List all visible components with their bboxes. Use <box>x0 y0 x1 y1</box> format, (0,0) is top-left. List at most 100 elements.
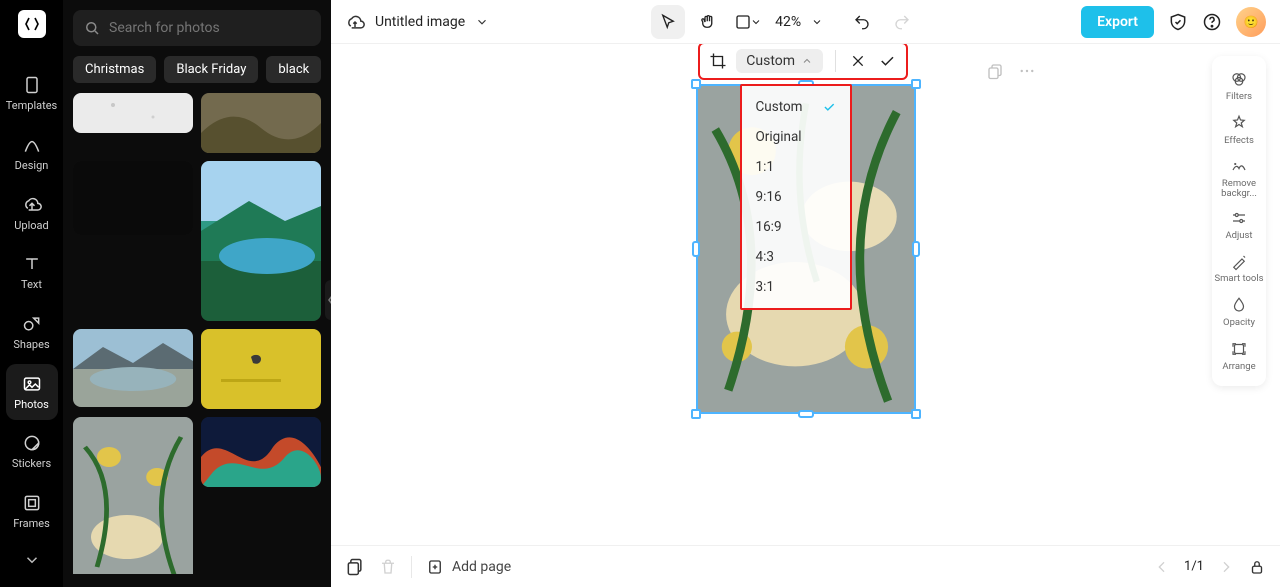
tool-opacity[interactable]: Opacity <box>1214 290 1264 334</box>
rail-shapes[interactable]: Shapes <box>6 305 58 361</box>
page-more-icon[interactable] <box>1018 62 1036 80</box>
cloud-save-icon[interactable] <box>345 12 365 32</box>
crop-ratio-selected: Custom <box>746 53 795 69</box>
duplicate-page-icon[interactable] <box>986 62 1004 80</box>
ratio-option-9-16[interactable]: 9:16 <box>742 182 850 212</box>
resize-handle-se[interactable] <box>911 409 921 419</box>
rail-shapes-label: Shapes <box>13 338 49 351</box>
rail-upload-label: Upload <box>14 219 48 232</box>
user-avatar[interactable]: 🙂 <box>1236 7 1266 37</box>
ratio-option-1-1[interactable]: 1:1 <box>742 152 850 182</box>
resize-handle-w[interactable] <box>692 241 700 257</box>
search-icon <box>83 19 101 37</box>
hand-tool[interactable] <box>691 5 725 39</box>
rail-photos[interactable]: Photos <box>6 364 58 420</box>
rail-text-label: Text <box>21 278 42 291</box>
resize-handle-nw[interactable] <box>691 79 701 89</box>
tag-christmas[interactable]: Christmas <box>73 56 156 83</box>
rail-photos-label: Photos <box>14 398 49 411</box>
prev-page-icon[interactable] <box>1154 559 1170 575</box>
tool-effects-label: Effects <box>1224 135 1254 146</box>
rail-text[interactable]: Text <box>6 245 58 301</box>
chevron-up-icon <box>801 55 813 67</box>
lock-icon[interactable] <box>1248 558 1266 576</box>
tool-filters-label: Filters <box>1226 91 1252 102</box>
export-button[interactable]: Export <box>1081 6 1154 38</box>
crop-ratio-menu: Custom Original 1:1 9:16 16:9 4:3 3:1 <box>740 84 852 310</box>
tool-filters[interactable]: Filters <box>1214 64 1264 108</box>
tool-adjust[interactable]: Adjust <box>1214 203 1264 247</box>
photo-thumb[interactable] <box>201 329 321 409</box>
photo-thumb[interactable] <box>201 417 321 487</box>
ratio-option-4-3[interactable]: 4:3 <box>742 242 850 272</box>
app-logo[interactable] <box>18 10 46 38</box>
ratio-label: 9:16 <box>756 189 782 205</box>
pages-icon[interactable] <box>345 557 365 577</box>
shield-icon[interactable] <box>1168 12 1188 32</box>
page-canvas: Custom Custom <box>696 84 916 414</box>
add-page-label: Add page <box>452 559 511 575</box>
cursor-tool[interactable] <box>651 5 685 39</box>
ratio-option-16-9[interactable]: 16:9 <box>742 212 850 242</box>
resize-handle-s[interactable] <box>798 410 814 418</box>
photos-panel: Christmas Black Friday black <box>63 0 331 587</box>
document-title[interactable]: Untitled image <box>375 14 465 30</box>
rail-upload[interactable]: Upload <box>6 185 58 241</box>
ratio-label: Original <box>756 129 802 145</box>
crop-ratio-dropdown[interactable]: Custom <box>736 49 823 73</box>
ratio-label: 16:9 <box>756 219 782 235</box>
help-icon[interactable] <box>1202 12 1222 32</box>
tag-black[interactable]: black <box>266 56 321 83</box>
photo-thumb[interactable] <box>73 161 193 235</box>
add-page-icon <box>426 558 444 576</box>
add-page-button[interactable]: Add page <box>426 558 511 576</box>
search-bar <box>73 10 321 46</box>
photo-thumb[interactable] <box>73 417 193 574</box>
right-tools: Filters Effects Remove backgr... Adjust … <box>1212 56 1266 386</box>
ratio-option-3-1[interactable]: 3:1 <box>742 272 850 302</box>
photo-thumb[interactable] <box>73 329 193 407</box>
redo-button[interactable] <box>885 5 919 39</box>
rail-frames[interactable]: Frames <box>6 484 58 540</box>
photo-thumb[interactable] <box>201 93 321 153</box>
tag-black-friday[interactable]: Black Friday <box>164 56 258 83</box>
photo-grid <box>73 93 321 574</box>
delete-page-icon[interactable] <box>379 558 397 576</box>
photo-thumb[interactable] <box>73 93 193 133</box>
tool-arrange[interactable]: Arrange <box>1214 334 1264 378</box>
resize-handle-sw[interactable] <box>691 409 701 419</box>
rail-design[interactable]: Design <box>6 126 58 182</box>
rail-stickers-label: Stickers <box>12 457 51 470</box>
resize-handle-e[interactable] <box>912 241 920 257</box>
photo-thumb[interactable] <box>201 161 321 321</box>
selected-image[interactable]: Custom Custom <box>696 84 916 414</box>
tool-smart-label: Smart tools <box>1214 274 1263 284</box>
title-dropdown-icon[interactable] <box>475 15 489 29</box>
rail-stickers[interactable]: Stickers <box>6 424 58 480</box>
ratio-option-original[interactable]: Original <box>742 122 850 152</box>
undo-button[interactable] <box>845 5 879 39</box>
ratio-label: Custom <box>756 99 803 115</box>
tool-effects[interactable]: Effects <box>1214 108 1264 152</box>
rail-templates[interactable]: Templates <box>6 66 58 122</box>
tool-arrange-label: Arrange <box>1222 361 1255 372</box>
resize-dropdown[interactable] <box>731 5 765 39</box>
ratio-option-custom[interactable]: Custom <box>742 92 850 122</box>
canvas-stage[interactable]: Page 1 <box>331 44 1280 545</box>
crop-confirm[interactable] <box>877 49 898 73</box>
resize-handle-ne[interactable] <box>911 79 921 89</box>
tool-smart[interactable]: Smart tools <box>1214 247 1264 290</box>
tool-adjust-label: Adjust <box>1225 230 1252 241</box>
zoom-level[interactable]: 42% <box>771 14 805 30</box>
page-indicator: 1/1 <box>1184 559 1204 574</box>
rail-design-label: Design <box>15 159 49 172</box>
search-input[interactable] <box>109 20 311 36</box>
header: Untitled image 42% <box>331 0 1280 44</box>
zoom-dropdown-icon[interactable] <box>811 16 823 28</box>
rail-more[interactable] <box>6 543 58 577</box>
crop-cancel[interactable] <box>848 49 869 73</box>
tool-remove-bg[interactable]: Remove backgr... <box>1214 152 1264 203</box>
next-page-icon[interactable] <box>1218 559 1234 575</box>
crop-icon[interactable] <box>708 49 729 73</box>
check-icon <box>822 100 836 114</box>
